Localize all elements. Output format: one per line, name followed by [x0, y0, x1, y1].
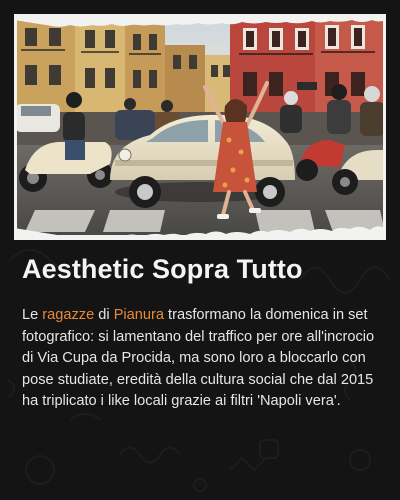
body-connector: di: [94, 307, 114, 323]
highlight-pianura: Pianura: [113, 307, 164, 323]
street-scene-illustration: [15, 20, 385, 235]
hero-photo: [15, 20, 385, 235]
highlight-ragazze: ragazze: [42, 307, 95, 323]
article-body: Le ragazze di Pianura trasformano la dom…: [22, 305, 382, 413]
body-intro: Le: [22, 307, 43, 323]
article-title: Aesthetic Sopra Tutto: [22, 254, 303, 284]
